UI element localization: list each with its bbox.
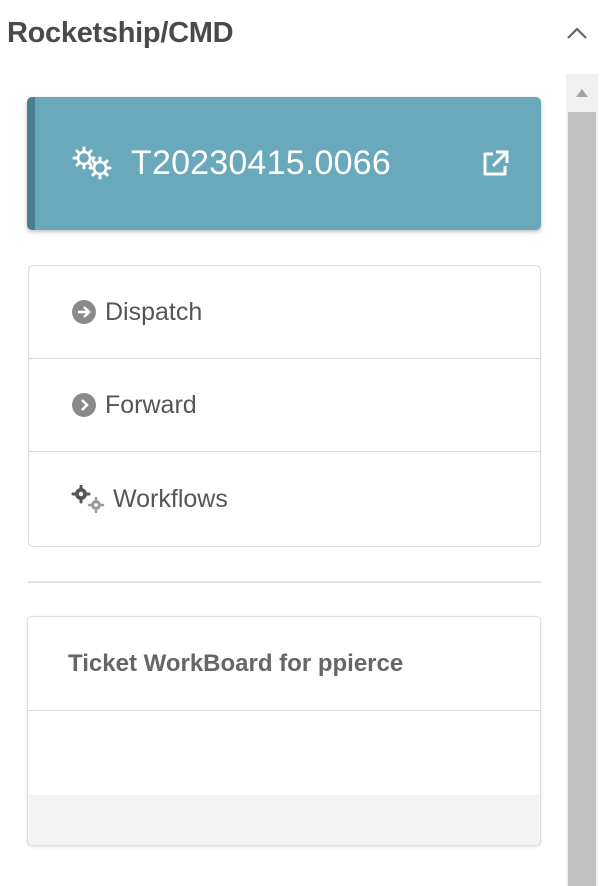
external-link-button[interactable] [477,146,513,182]
workboard-panel: Ticket WorkBoard for ppierce [27,616,541,846]
panel-title: Rocketship/CMD [7,16,234,49]
arrow-circle-right-icon [71,299,97,325]
dispatch-action[interactable]: Dispatch [29,266,540,359]
gears-icon [71,485,105,513]
forward-label: Forward [105,390,197,419]
sidebar-panel: Rocketship/CMD T20230415.0066 Dispatch F… [0,0,604,886]
external-link-icon [483,150,509,175]
workboard-footer [28,795,540,845]
forward-action[interactable]: Forward [29,359,540,452]
workboard-title: Ticket WorkBoard for ppierce [68,649,404,677]
workflows-label: Workflows [113,484,228,513]
scrollbar-thumb[interactable] [568,112,596,886]
workboard-header: Ticket WorkBoard for ppierce [28,617,540,711]
vertical-scrollbar[interactable] [566,74,598,886]
triangle-up-icon [576,89,588,97]
chevron-circle-right-icon [71,392,97,418]
gears-icon [72,146,112,179]
section-divider [28,581,541,583]
ticket-card[interactable]: T20230415.0066 [27,97,541,230]
ticket-number: T20230415.0066 [131,144,391,182]
workboard-body [28,711,540,795]
actions-list: Dispatch Forward Workflows [28,265,541,547]
panel-header: Rocketship/CMD [0,0,604,66]
collapse-button[interactable] [562,18,592,48]
chevron-up-icon [567,27,587,39]
workflows-action[interactable]: Workflows [29,452,540,546]
scroll-up-button[interactable] [566,74,598,112]
dispatch-label: Dispatch [105,297,203,326]
scroll-area: T20230415.0066 Dispatch Forward Workflow… [0,74,604,886]
